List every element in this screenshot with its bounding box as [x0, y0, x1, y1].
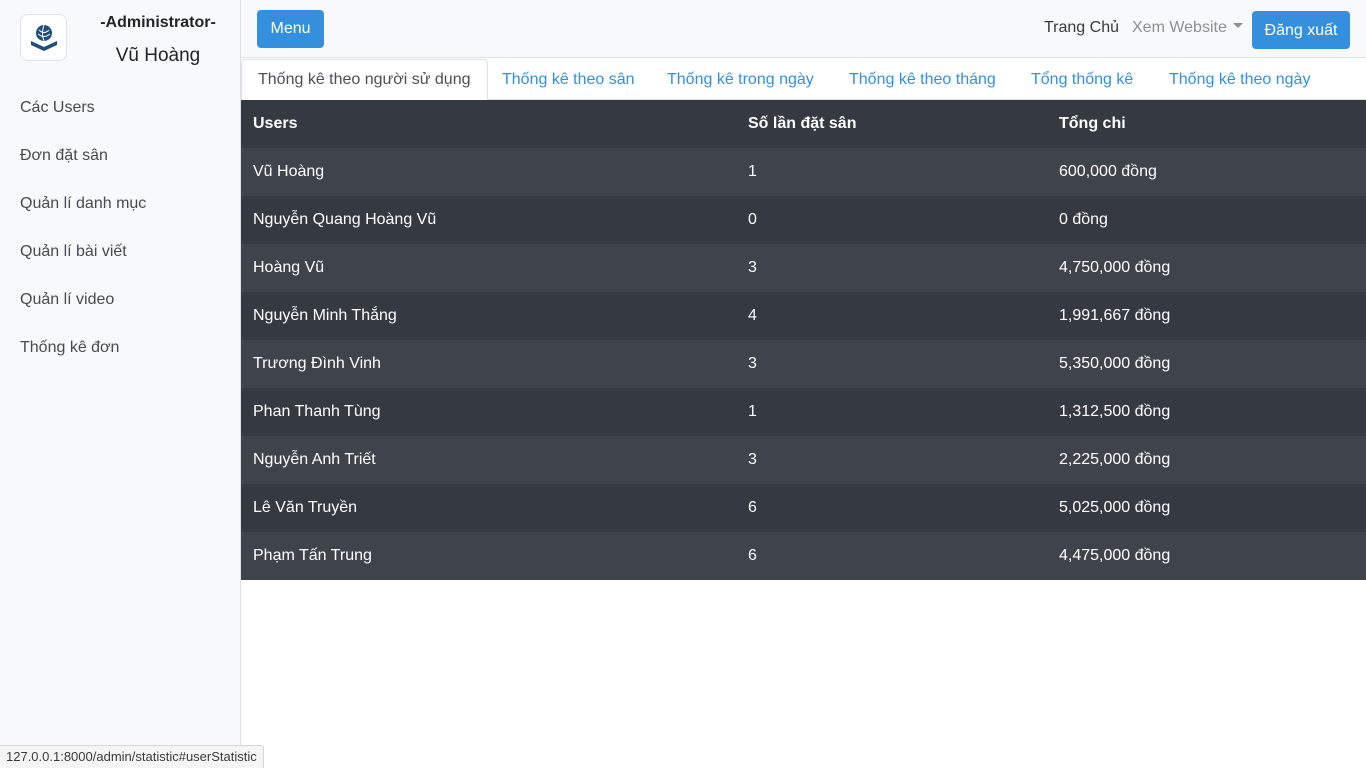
cell-user: Trương Đình Vinh: [253, 355, 381, 372]
column-header-booking-count: Số lần đặt sân: [748, 115, 857, 132]
nav-website-label: Xem Website: [1132, 19, 1227, 36]
admin-user-name: Vũ Hoàng: [115, 45, 201, 66]
user-statistic-table: Users Số lần đặt sân Tổng chi Vũ Hoàng 1…: [241, 100, 1366, 580]
cell-user: Phan Thanh Tùng: [253, 403, 381, 420]
table-row: Nguyễn Quang Hoàng Vũ 0 0 đồng: [241, 196, 1366, 244]
cell-user: Phạm Tấn Trung: [253, 547, 372, 564]
tab-today-statistic[interactable]: Thống kê trong ngày: [667, 59, 814, 100]
sidebar-item-posts[interactable]: Quản lí bài viết: [0, 228, 240, 276]
logo[interactable]: [20, 14, 67, 61]
cell-booking-count: 4: [748, 307, 757, 324]
table-row: Lê Văn Truyền 6 5,025,000 đồng: [241, 484, 1366, 532]
admin-role-label: -Administrator-: [100, 14, 216, 31]
table-row: Trương Đình Vinh 3 5,350,000 đồng: [241, 340, 1366, 388]
menu-toggle-button[interactable]: Menu: [257, 10, 324, 48]
cell-booking-count: 6: [748, 547, 757, 564]
sidebar-nav: Các Users Đơn đặt sân Quản lí danh mục Q…: [0, 84, 240, 372]
cell-booking-count: 1: [748, 403, 757, 420]
tab-total-statistic[interactable]: Tổng thống kê: [1031, 59, 1133, 100]
cell-booking-count: 0: [748, 211, 757, 228]
cell-total-spent: 1,312,500 đồng: [1059, 403, 1171, 420]
cell-total-spent: 600,000 đồng: [1059, 163, 1157, 180]
statistics-tabs: Thống kê theo người sử dụng Thống kê the…: [241, 59, 1366, 101]
table-row: Vũ Hoàng 1 600,000 đồng: [241, 148, 1366, 196]
column-header-users: Users: [253, 115, 298, 132]
browser-status-url: 127.0.0.1:8000/admin/statistic#userStati…: [0, 745, 264, 768]
cell-user: Hoàng Vũ: [253, 259, 325, 276]
sidebar-item-order-stats[interactable]: Thống kê đơn: [0, 324, 240, 372]
tab-month-statistic[interactable]: Thống kê theo tháng: [849, 59, 996, 100]
caret-down-icon: [1232, 23, 1243, 29]
logout-button[interactable]: Đăng xuất: [1252, 11, 1350, 49]
nav-website-dropdown[interactable]: Xem Website: [1132, 19, 1243, 37]
tab-court-statistic[interactable]: Thống kê theo sân: [502, 59, 635, 100]
cell-booking-count: 6: [748, 499, 757, 516]
sports-ball-book-icon: [30, 24, 57, 51]
sidebar-item-categories[interactable]: Quản lí danh mục: [0, 180, 240, 228]
cell-user: Nguyễn Quang Hoàng Vũ: [253, 211, 437, 228]
cell-total-spent: 4,750,000 đồng: [1059, 259, 1171, 276]
cell-user: Nguyễn Minh Thắng: [253, 307, 397, 324]
sidebar: -Administrator- Vũ Hoàng Các Users Đơn đ…: [0, 0, 241, 768]
cell-user: Lê Văn Truyền: [253, 499, 358, 516]
table-header-row: Users Số lần đặt sân Tổng chi: [241, 100, 1366, 148]
cell-total-spent: 5,025,000 đồng: [1059, 499, 1171, 516]
cell-total-spent: 4,475,000 đồng: [1059, 547, 1171, 564]
cell-total-spent: 5,350,000 đồng: [1059, 355, 1171, 372]
cell-total-spent: 1,991,667 đồng: [1059, 307, 1171, 324]
cell-user: Nguyễn Anh Triết: [253, 451, 376, 468]
cell-total-spent: 2,225,000 đồng: [1059, 451, 1171, 468]
tab-date-statistic[interactable]: Thống kê theo ngày: [1169, 59, 1310, 100]
cell-booking-count: 3: [748, 259, 757, 276]
sidebar-item-bookings[interactable]: Đơn đặt sân: [0, 132, 240, 180]
cell-booking-count: 3: [748, 355, 757, 372]
column-header-total-spent: Tổng chi: [1059, 115, 1126, 132]
cell-booking-count: 3: [748, 451, 757, 468]
table-row: Hoàng Vũ 3 4,750,000 đồng: [241, 244, 1366, 292]
cell-total-spent: 0 đồng: [1059, 211, 1108, 228]
table-row: Nguyễn Minh Thắng 4 1,991,667 đồng: [241, 292, 1366, 340]
nav-home-link[interactable]: Trang Chủ: [1044, 19, 1119, 37]
table-row: Nguyễn Anh Triết 3 2,225,000 đồng: [241, 436, 1366, 484]
sidebar-item-videos[interactable]: Quản lí video: [0, 276, 240, 324]
table-row: Phan Thanh Tùng 1 1,312,500 đồng: [241, 388, 1366, 436]
table-row: Phạm Tấn Trung 6 4,475,000 đồng: [241, 532, 1366, 580]
cell-booking-count: 1: [748, 163, 757, 180]
topbar: Menu Trang Chủ Xem Website Đăng xuất: [241, 0, 1366, 58]
tab-user-statistic[interactable]: Thống kê theo người sử dụng: [241, 59, 488, 101]
cell-user: Vũ Hoàng: [253, 163, 325, 180]
sidebar-item-users[interactable]: Các Users: [0, 84, 240, 132]
